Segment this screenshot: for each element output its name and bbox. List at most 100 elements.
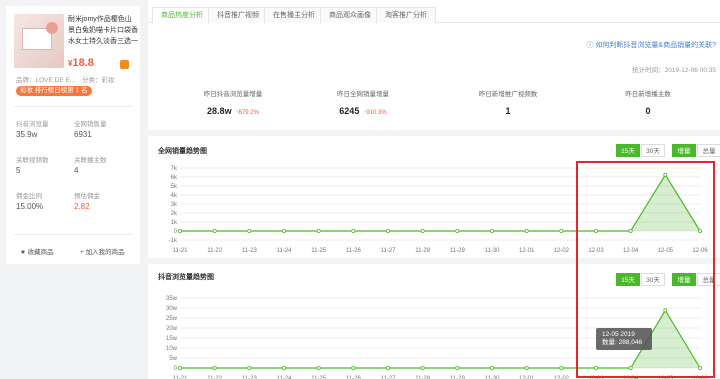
data-point	[455, 229, 460, 234]
chart-tooltip: 12-05 2019 数量: 288,046	[596, 328, 652, 350]
kpi-value-wrap: 6245 ↑910.3%	[308, 106, 418, 116]
tab-streamer-analysis[interactable]: 在售播主分析	[264, 7, 324, 23]
tooltip-value: 数量: 288,046	[602, 339, 643, 346]
stat-value-sales: 6931	[74, 130, 92, 139]
y-tick-label: 35w	[166, 296, 178, 302]
kpi-value: 28.8w	[207, 106, 232, 116]
data-point	[212, 366, 217, 371]
x-tick-label: 11-27	[381, 248, 397, 252]
sidebar-divider	[14, 106, 132, 107]
favorite-button[interactable]: ★ 收藏商品	[20, 246, 54, 256]
data-point	[385, 366, 390, 371]
stat-label-views: 抖音浏览量	[16, 121, 49, 128]
kpi-delta: ↑679.2%	[235, 110, 259, 116]
x-tick-label: 11-24	[277, 248, 293, 252]
x-tick-label: 11-21	[173, 248, 189, 252]
data-point	[455, 366, 460, 371]
total-button[interactable]: 总量	[697, 144, 720, 157]
product-image[interactable]	[14, 14, 64, 68]
kpi-value-wrap: 28.8w ↑679.2%	[178, 106, 288, 116]
stat-time: 统计时间：2019-12-06 00:35	[632, 67, 716, 74]
kpi-label: 昨日抖音浏览量增量	[203, 91, 263, 98]
stat-value-views: 35.9w	[16, 130, 38, 139]
data-point	[247, 229, 252, 234]
shop-tag-icon	[120, 60, 129, 69]
add-product-button[interactable]: + 加入我的商品	[80, 246, 125, 256]
rank-badge: 彩妆 排行榜日榜第 1 名	[16, 86, 92, 96]
tab-promo-videos[interactable]: 抖音推广视频	[208, 7, 268, 23]
kpi-value: 6245	[339, 106, 360, 116]
brand-value: LOVE DE E...	[35, 77, 76, 84]
help-link[interactable]: ⓘ 如何判断抖音浏览量&商品销量的关联?	[586, 40, 716, 50]
product-price: ¥18.8	[68, 57, 94, 69]
stat-label-sales: 全网销售量	[74, 121, 107, 128]
kpi-videos: 昨日新增推广视频数 1	[453, 88, 563, 116]
data-point	[281, 229, 286, 234]
stat-label-est-commission: 预估佣金	[74, 193, 100, 200]
data-point	[316, 229, 321, 234]
y-tick-label: 6k	[171, 175, 178, 181]
y-tick-label: 2k	[171, 211, 178, 217]
tab-audience[interactable]: 商品观众画像	[320, 7, 380, 23]
y-tick-label: 4k	[171, 193, 178, 199]
kpi-sales: 昨日全网销量增量 6245 ↑910.3%	[308, 88, 418, 116]
data-point	[524, 366, 529, 371]
stat-label-commission-rate: 佣金比例	[16, 193, 42, 200]
stat-label-streamers: 关联播主数	[74, 157, 107, 164]
help-link-text: 如何判断抖音浏览量&商品销量的关联?	[595, 42, 716, 49]
data-point	[385, 229, 390, 234]
product-title[interactable]: 耐米jomy作品樱色山景白兔奶喵卡片口袋香水女士持久淡香三选一	[68, 14, 138, 47]
tab-hot-analysis[interactable]: 商品热度分析	[152, 7, 212, 23]
y-tick-label: 25w	[166, 316, 178, 322]
category-label: 分类：	[82, 77, 102, 84]
brand-info: 品牌：LOVE DE E...	[16, 74, 75, 84]
x-tick-label: 11-25	[311, 248, 327, 252]
kpi-value: 0	[645, 106, 651, 116]
kpi-streamers: 昨日新增播主数 0	[593, 88, 703, 116]
product-sidebar: 耐米jomy作品樱色山景白兔奶喵卡片口袋香水女士持久淡香三选一 ¥18.8 品牌…	[6, 6, 140, 264]
data-point	[351, 229, 356, 234]
product-dot-graphic	[46, 22, 58, 34]
data-point	[212, 229, 217, 234]
tab-taoke[interactable]: 淘客推广分析	[376, 7, 436, 23]
tooltip-date: 12-05 2019	[602, 331, 635, 338]
x-tick-label: 12-02	[554, 248, 570, 252]
data-point	[420, 229, 425, 234]
views-chart-title: 抖音浏览量趋势图	[158, 274, 214, 281]
sales-chart-title: 全网销量趋势图	[158, 148, 207, 155]
data-point	[351, 366, 356, 371]
x-tick-label: 11-30	[485, 248, 501, 252]
range-15-days-button[interactable]: 15天	[616, 144, 640, 157]
data-point	[489, 366, 494, 371]
x-tick-label: 11-28	[415, 248, 431, 252]
y-tick-label: 7k	[171, 166, 178, 172]
stat-value-est-commission: 2.82	[74, 202, 90, 211]
y-tick-label: 10w	[166, 346, 178, 352]
y-tick-label: 0	[174, 366, 178, 372]
y-tick-label: 30w	[166, 306, 178, 312]
kpi-label: 昨日新增推广视频数	[478, 91, 538, 98]
data-point	[316, 366, 321, 371]
y-tick-label: 3k	[171, 202, 178, 208]
stat-value-streamers: 4	[74, 166, 79, 175]
y-tick-label: 0	[174, 229, 178, 235]
range-30-days-button[interactable]: 30天	[641, 144, 665, 157]
data-point	[420, 366, 425, 371]
x-tick-label: 11-22	[207, 248, 223, 252]
kpi-delta: ↑910.3%	[363, 110, 387, 116]
stat-value-commission-rate: 15.00%	[16, 202, 44, 211]
y-tick-label: 15w	[166, 336, 178, 342]
x-tick-label: 11-26	[346, 248, 362, 252]
category-value: 彩妆	[101, 77, 115, 84]
increment-button[interactable]: 增量	[672, 144, 696, 157]
kpi-label: 昨日全网销量增量	[337, 91, 389, 98]
data-point	[281, 366, 286, 371]
y-tick-label: 5w	[169, 356, 177, 362]
y-tick-label: 20w	[166, 326, 178, 332]
price-value: 18.8	[72, 57, 94, 69]
x-tick-label: 11-23	[242, 248, 258, 252]
data-point	[489, 229, 494, 234]
kpi-value: 1	[505, 106, 511, 116]
y-tick-label: 1k	[171, 220, 178, 226]
stat-label-videos: 关联视频数	[16, 157, 49, 164]
